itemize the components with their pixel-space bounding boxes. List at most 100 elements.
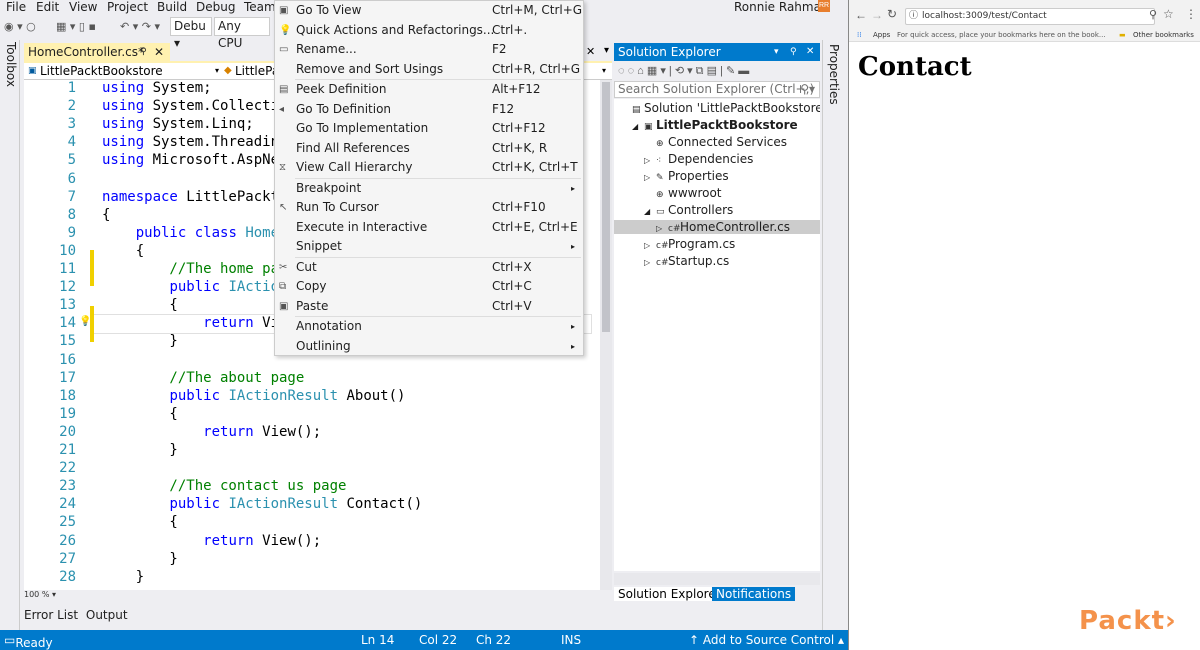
zoom-icon[interactable]: ⚲ — [1149, 8, 1157, 21]
project-dropdown[interactable]: LittlePacktBookstore — [40, 63, 163, 79]
chevron-down-icon[interactable]: ▾ — [602, 63, 606, 79]
pin-icon[interactable]: ⚲ — [790, 43, 797, 61]
context-menu-item[interactable]: ⧖ View Call Hierarchy Ctrl+K, Ctrl+T — [275, 158, 583, 177]
document-tab[interactable]: HomeController.cs* ⚲ ✕ — [24, 43, 170, 61]
other-bookmarks[interactable]: Other bookmarks — [1133, 31, 1194, 39]
context-menu-item[interactable]: Go To Implementation Ctrl+F12 — [275, 119, 583, 138]
code-line[interactable]: public IActio — [102, 279, 279, 295]
class-dropdown[interactable]: LittlePa — [235, 63, 279, 79]
expander-icon[interactable]: ▷ — [644, 156, 656, 165]
solution-explorer-search[interactable]: Search Solution Explorer (Ctrl+;) ⚲▾ — [614, 81, 820, 98]
context-menu-item[interactable]: 💡 Quick Actions and Refactorings... Ctrl+. — [275, 21, 583, 40]
properties-strip[interactable]: Properties — [822, 40, 844, 630]
tree-node[interactable]: ⊕ Connected Services — [614, 135, 820, 149]
pin-icon[interactable]: ⚲ — [140, 43, 147, 61]
expander-icon[interactable]: ◢ — [632, 122, 644, 131]
code-line[interactable]: public IActionResult About() — [102, 388, 405, 404]
code-line[interactable]: } — [102, 442, 177, 458]
menu-file[interactable]: File — [6, 0, 26, 14]
new-project-icon[interactable]: ▦ ▾ ▯ ▪ — [56, 20, 96, 33]
code-line[interactable]: //The home pa — [102, 261, 279, 277]
code-line[interactable]: } — [102, 333, 177, 349]
editor-scrollbar[interactable] — [600, 80, 612, 590]
chevron-down-icon[interactable]: ▾ — [774, 43, 779, 61]
menu-debug[interactable]: Debug — [196, 0, 235, 14]
context-menu-item[interactable]: ◂ Go To Definition F12 — [275, 100, 583, 119]
back-icon[interactable]: ◉ ▾ ○ — [4, 20, 36, 33]
menu-edit[interactable]: Edit — [36, 0, 59, 14]
tree-node[interactable]: ⊕ wwwroot — [614, 186, 820, 200]
code-line[interactable]: public IActionResult Contact() — [102, 496, 422, 512]
code-line[interactable]: { — [102, 207, 110, 223]
undo-icon[interactable]: ↶ ▾ ↷ ▾ — [120, 20, 160, 33]
chevron-down-icon[interactable]: ▾ — [215, 63, 219, 79]
toolbox-strip[interactable]: Toolbox — [0, 40, 20, 630]
code-line[interactable]: namespace LittlePackt — [102, 189, 279, 205]
close-tab-icon[interactable]: ✕ — [154, 43, 164, 61]
apps-icon[interactable]: ⁞⁞ — [857, 31, 861, 39]
tree-node[interactable]: ▷ c#HomeController.cs — [614, 220, 820, 234]
context-menu-item[interactable]: Execute in Interactive Ctrl+E, Ctrl+E — [275, 218, 583, 237]
code-line[interactable]: //The contact us page — [102, 478, 346, 494]
menu-build[interactable]: Build — [157, 0, 187, 14]
reload-icon[interactable]: ↻ — [887, 7, 897, 21]
context-menu-item[interactable]: Remove and Sort Usings Ctrl+R, Ctrl+G — [275, 60, 583, 79]
config-combo[interactable]: Debu ▾ — [170, 17, 212, 50]
context-menu-item[interactable]: Find All References Ctrl+K, R — [275, 139, 583, 158]
star-icon[interactable]: ☆ — [1163, 7, 1174, 21]
code-line[interactable]: { — [102, 514, 177, 530]
context-menu-item[interactable]: ✂ Cut Ctrl+X — [275, 258, 583, 277]
forward-arrow-icon[interactable]: → — [871, 8, 883, 22]
apps-link[interactable]: Apps — [873, 31, 890, 39]
expander-icon[interactable]: ▷ — [644, 173, 656, 182]
zoom-level[interactable]: 100 % ▾ — [24, 590, 612, 604]
tab-notifications[interactable]: Notifications — [712, 587, 796, 601]
user-avatar[interactable]: RR — [818, 0, 830, 12]
code-line[interactable]: using System; — [102, 80, 212, 96]
back-arrow-icon[interactable]: ← — [855, 8, 867, 22]
context-menu-item[interactable]: ▤ Peek Definition Alt+F12 — [275, 80, 583, 99]
platform-combo[interactable]: Any CPU — [214, 17, 270, 50]
tab-output[interactable]: Output — [86, 608, 128, 622]
expander-icon[interactable]: ▷ — [656, 224, 668, 233]
code-line[interactable]: { — [102, 406, 177, 422]
tree-node[interactable]: ▷ ⁖ Dependencies — [614, 152, 820, 166]
expander-icon[interactable]: ▷ — [644, 241, 656, 250]
tree-node[interactable]: ◢ ▭ Controllers — [614, 203, 820, 217]
tab-error-list[interactable]: Error List — [24, 608, 78, 622]
context-menu-item[interactable]: Breakpoint ▸ — [275, 179, 583, 198]
menu-view[interactable]: View — [69, 0, 97, 14]
address-bar[interactable]: ⓘ localhost:3009/test/Contact — [905, 8, 1155, 25]
user-name[interactable]: Ronnie Rahman — [734, 0, 829, 14]
tree-node[interactable]: ◢ ▣ LittlePacktBookstore — [614, 118, 820, 132]
search-icon[interactable]: ⚲▾ — [800, 82, 815, 97]
tree-node[interactable]: ▤Solution 'LittlePacktBookstore' (1 pr — [614, 101, 820, 115]
expander-icon[interactable]: ◢ — [644, 207, 656, 216]
close-icon[interactable]: ✕ — [586, 45, 595, 58]
toolbox-label[interactable]: Toolbox — [4, 42, 18, 87]
code-line[interactable]: return View(); — [102, 424, 321, 440]
scrollbar-thumb[interactable] — [602, 82, 610, 332]
code-line[interactable]: public class Home — [102, 225, 279, 241]
context-menu-item[interactable]: Snippet ▸ — [275, 237, 583, 256]
tree-node[interactable]: ▷ c#Startup.cs — [614, 254, 820, 268]
menu-project[interactable]: Project — [107, 0, 148, 14]
code-line[interactable]: { — [102, 297, 177, 313]
source-control-button[interactable]: ↑ Add to Source Control ▴ — [689, 633, 844, 647]
context-menu-item[interactable]: ⧉ Copy Ctrl+C — [275, 277, 583, 296]
context-menu-item[interactable]: Outlining ▸ — [275, 337, 583, 356]
tab-solution-explorer[interactable]: Solution Explorer — [614, 587, 725, 601]
menu-icon[interactable]: ⋮ — [1185, 7, 1197, 21]
home-icon[interactable]: ◌ ◌ ⌂ ▦ ▾ | ⟲ ▾ ⧉ ▤ | ✎ ▬ — [618, 64, 749, 78]
close-icon[interactable]: ✕ — [806, 43, 814, 61]
expander-icon[interactable]: ▷ — [644, 258, 656, 267]
context-menu-item[interactable]: ▣ Paste Ctrl+V — [275, 297, 583, 316]
menu-team[interactable]: Team — [244, 0, 276, 14]
code-line[interactable]: { — [102, 243, 144, 259]
code-line[interactable]: //The about page — [102, 370, 304, 386]
code-line[interactable]: } — [102, 551, 177, 567]
code-line[interactable]: return View(); — [102, 533, 321, 549]
chevron-down-icon[interactable]: ▾ — [604, 45, 609, 56]
properties-label[interactable]: Properties — [827, 44, 841, 105]
context-menu-item[interactable]: ↖ Run To Cursor Ctrl+F10 — [275, 198, 583, 217]
